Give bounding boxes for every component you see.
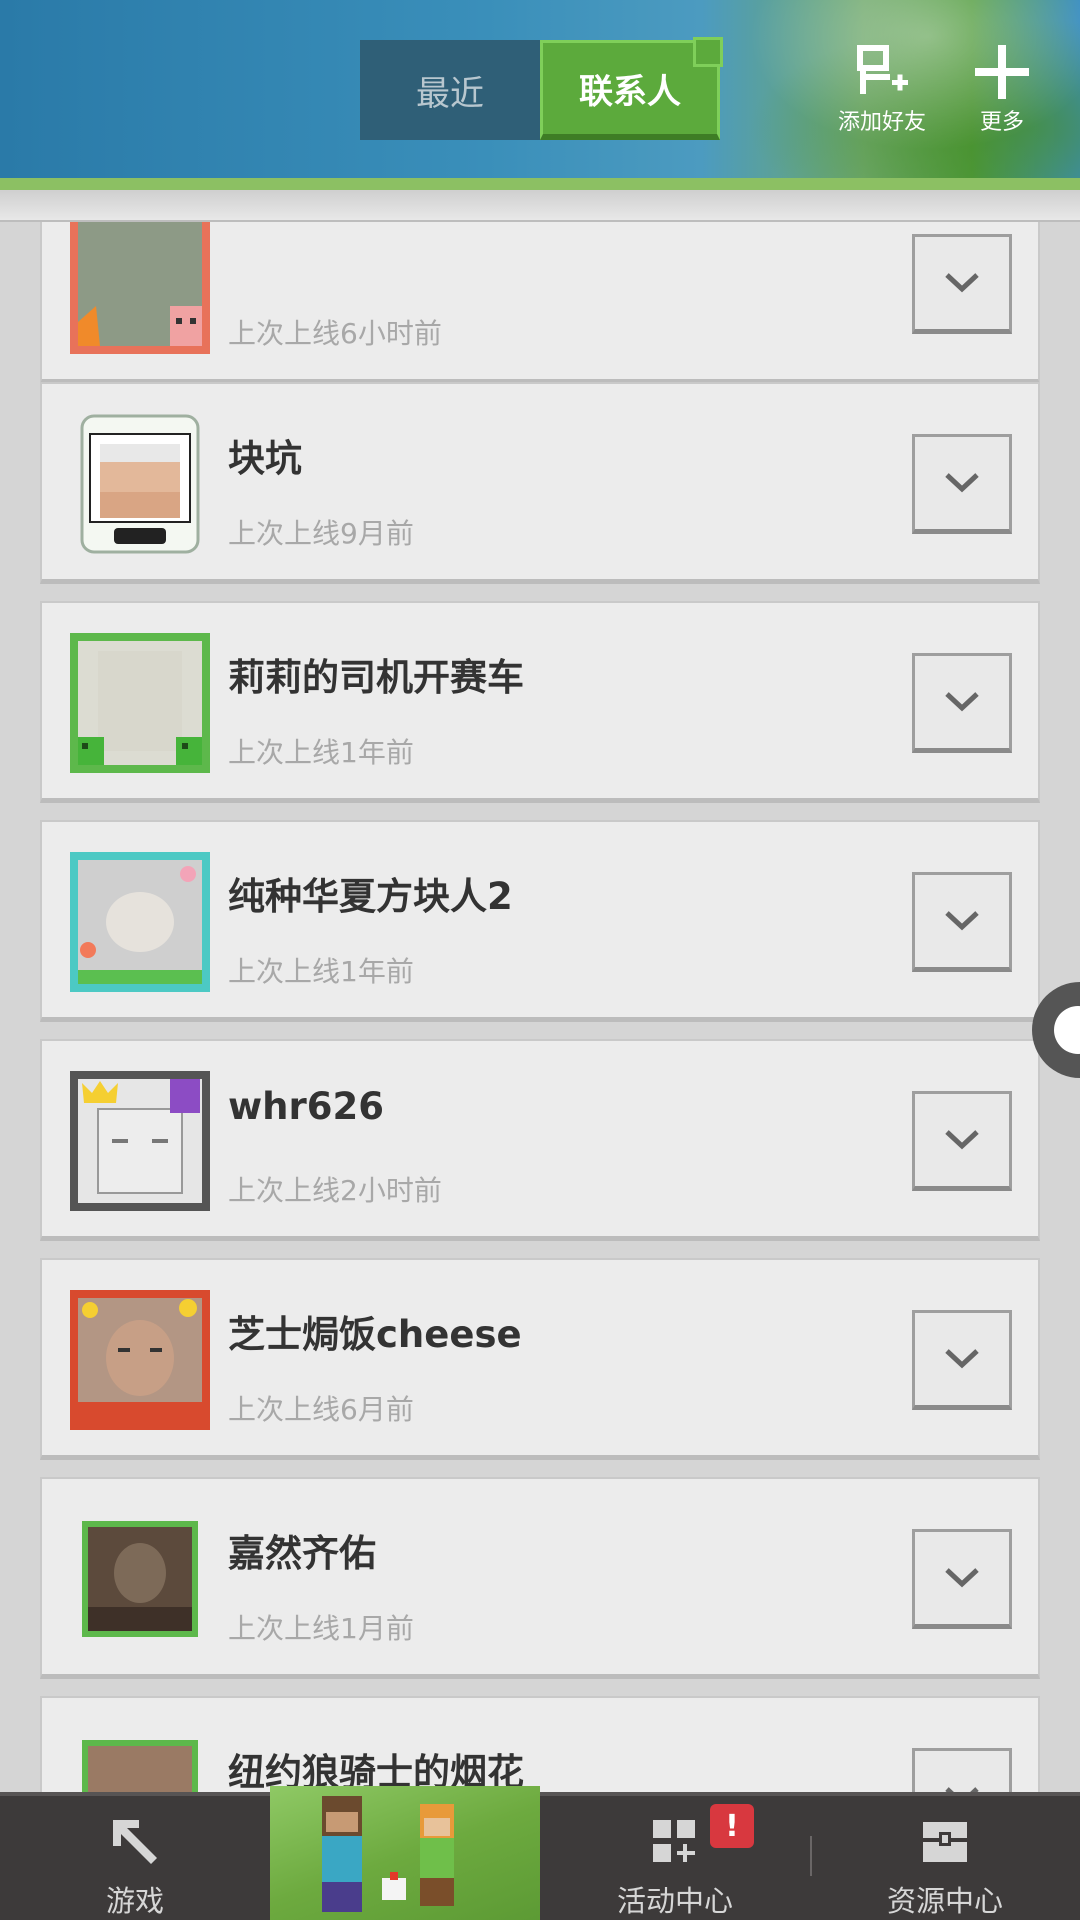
nav-game[interactable]: 游戏 (0, 1796, 270, 1920)
tab-contacts-label: 联系人 (579, 72, 681, 112)
tab-contacts[interactable]: 联系人 (540, 37, 723, 140)
contact-name: whr626 (228, 1085, 385, 1128)
flower-frame-avatar (70, 852, 210, 992)
crown-frame-avatar (70, 1071, 210, 1211)
contact-status: 上次上线9月前 (228, 517, 414, 550)
expand-button[interactable] (912, 1529, 1012, 1629)
festival-frame-avatar (70, 1290, 210, 1430)
nav-activity-label: 活动中心 (616, 1884, 733, 1918)
chevron-down-icon (945, 1130, 979, 1150)
header-divider (0, 190, 1080, 222)
contact-card[interactable]: whr626 上次上线2小时前 (40, 1039, 1040, 1241)
contact-name: 纽约狼骑士的烟花 (228, 1751, 524, 1792)
alert-badge: ! (710, 1804, 754, 1848)
chevron-down-icon (945, 1568, 979, 1588)
contact-card[interactable]: 纽约狼骑士的烟花 (40, 1696, 1040, 1792)
chevron-down-icon (945, 273, 979, 293)
contact-status: 上次上线1月前 (228, 1612, 414, 1645)
contact-card[interactable]: 上次上线6小时前 (40, 222, 1040, 384)
more-button[interactable]: 更多 (960, 40, 1044, 136)
contact-name: 纯种华夏方块人2 (228, 875, 513, 918)
tab-recent[interactable]: 最近 (360, 40, 540, 140)
promo-banner[interactable] (270, 1786, 540, 1920)
expand-button[interactable] (912, 234, 1012, 334)
contact-name: 莉莉的司机开赛车 (228, 656, 524, 699)
nav-activity-center[interactable]: ! 活动中心 (540, 1796, 810, 1920)
contact-name: 芝士焗饭cheese (228, 1313, 522, 1356)
contact-name: 块坑 (228, 437, 302, 480)
expand-button[interactable] (912, 653, 1012, 753)
contact-status: 上次上线6小时前 (228, 317, 442, 350)
contact-card[interactable]: 莉莉的司机开赛车 上次上线1年前 (40, 601, 1040, 803)
contact-card[interactable]: 芝士焗饭cheese 上次上线6月前 (40, 1258, 1040, 1460)
contact-card[interactable]: 嘉然齐佑 上次上线1月前 (40, 1477, 1040, 1679)
activity-grid-icon (649, 1806, 701, 1878)
contact-status: 上次上线6月前 (228, 1393, 414, 1426)
tab-corner-decoration (693, 37, 723, 67)
expand-button[interactable] (912, 1091, 1012, 1191)
bottom-nav: 游戏 ! 活动中心 资源中心 (0, 1786, 1080, 1920)
tab-bar: 最近 联系人 (360, 37, 723, 140)
header-grass-strip (0, 178, 1080, 190)
green-frame-avatar (82, 1521, 198, 1637)
chevron-down-icon (945, 911, 979, 931)
add-friend-label: 添加好友 (837, 110, 926, 135)
plus-icon (973, 40, 1031, 104)
expand-button[interactable] (912, 434, 1012, 534)
contact-status: 上次上线1年前 (228, 955, 414, 988)
more-label: 更多 (979, 110, 1024, 135)
expand-button[interactable] (912, 872, 1012, 972)
add-friend-button[interactable]: 添加好友 (830, 40, 934, 136)
nav-game-label: 游戏 (105, 1884, 164, 1918)
phone-frame-avatar (70, 414, 210, 554)
green-frame-avatar (82, 1740, 198, 1792)
chevron-down-icon (945, 1349, 979, 1369)
nav-resource-center[interactable]: 资源中心 (810, 1796, 1080, 1920)
pig-frame-avatar (70, 222, 210, 354)
chevron-down-icon (945, 692, 979, 712)
contact-name: 嘉然齐佑 (228, 1532, 376, 1575)
contact-card[interactable]: 纯种华夏方块人2 上次上线1年前 (40, 820, 1040, 1022)
expand-button[interactable] (912, 1748, 1012, 1792)
nav-resource-label: 资源中心 (886, 1884, 1003, 1918)
add-friend-icon (854, 40, 910, 104)
creeper-frame-avatar (70, 633, 210, 773)
cursor-arrow-icon (109, 1806, 161, 1878)
expand-button[interactable] (912, 1310, 1012, 1410)
contact-card[interactable]: 块坑 上次上线9月前 (40, 382, 1040, 584)
chevron-down-icon (945, 473, 979, 493)
chest-icon (919, 1806, 971, 1878)
contact-status: 上次上线2小时前 (228, 1174, 442, 1207)
contact-list[interactable]: 上次上线6小时前 块坑 上次上线9月前 莉莉的司机开赛车 上次上线1年前 纯种华… (0, 222, 1080, 1792)
contact-status: 上次上线1年前 (228, 736, 414, 769)
